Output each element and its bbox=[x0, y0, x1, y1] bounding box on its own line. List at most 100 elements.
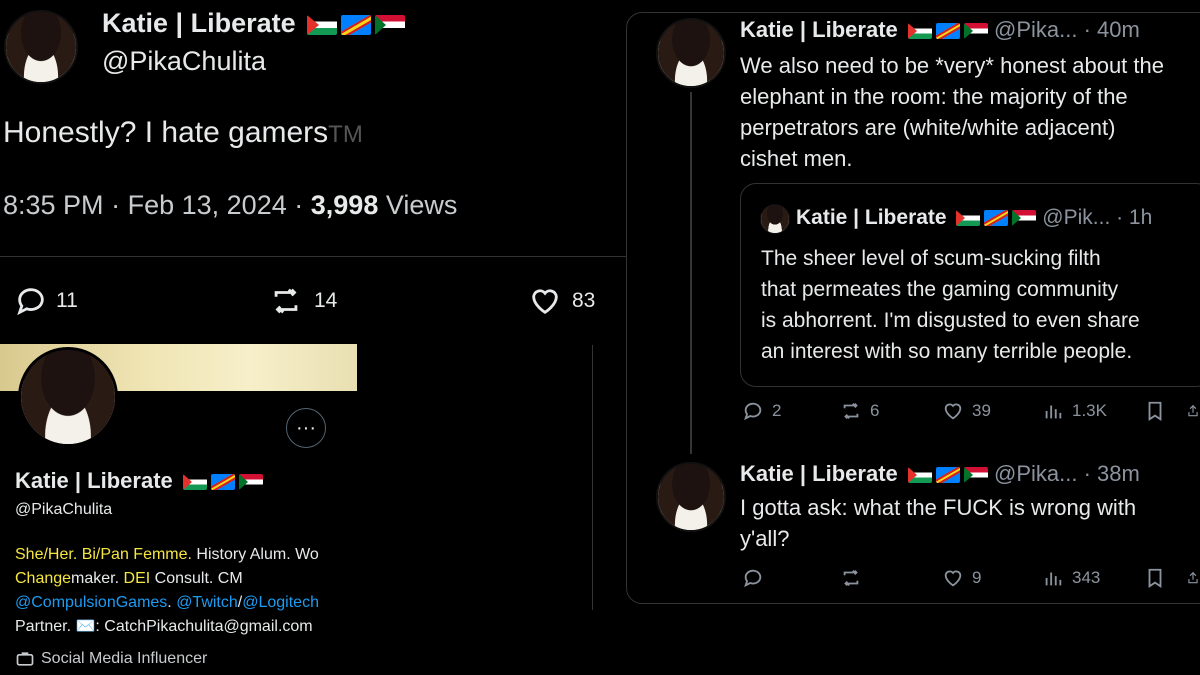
author-name: Katie | Liberate bbox=[796, 206, 947, 229]
mention-link[interactable]: @Logitech bbox=[242, 594, 319, 611]
author-name[interactable]: Katie | Liberate bbox=[740, 17, 898, 42]
retweet-count: 6 bbox=[870, 401, 880, 420]
congo-flag-icon bbox=[210, 474, 235, 491]
retweet-button[interactable]: 6 bbox=[840, 400, 879, 422]
reply-text-line: I gotta ask: what the FUCK is wrong with bbox=[740, 495, 1137, 520]
bio-highlight: She/Her. Bi/Pan Femme. bbox=[15, 546, 192, 563]
author-handle[interactable]: @PikaChulita bbox=[102, 46, 266, 77]
reply-icon bbox=[744, 569, 762, 588]
retweet-icon bbox=[843, 403, 859, 419]
palestine-flag-icon bbox=[182, 474, 207, 491]
heart-icon bbox=[532, 289, 558, 315]
heart-icon bbox=[944, 403, 962, 420]
profile-avatar[interactable] bbox=[18, 347, 118, 447]
reply-icon bbox=[744, 402, 762, 421]
profile-handle: @PikaChulita bbox=[15, 501, 113, 518]
reply-text-line: cishet men. bbox=[740, 146, 853, 171]
category-label: Social Media Influencer bbox=[41, 650, 208, 667]
views-count: 1.3K bbox=[1072, 401, 1107, 420]
reply-text: I gotta ask: what the FUCK is wrong with… bbox=[740, 492, 1136, 554]
views-count: 3,998 bbox=[310, 190, 379, 220]
congo-flag-icon bbox=[984, 210, 1009, 227]
author-name[interactable]: Katie | Liberate bbox=[102, 8, 296, 38]
divider bbox=[0, 256, 655, 257]
bio-text: maker. bbox=[71, 570, 120, 587]
sudan-flag-icon bbox=[1012, 210, 1037, 227]
reply-text: We also need to be *very* honest about t… bbox=[740, 50, 1200, 174]
bio-contact: Partner. ✉️: CatchPikachulita@gmail.com bbox=[15, 618, 313, 635]
avatar[interactable] bbox=[656, 462, 726, 532]
like-count: 83 bbox=[572, 289, 596, 312]
sudan-flag-icon bbox=[963, 467, 988, 484]
tweet-date[interactable]: Feb 13, 2024 bbox=[128, 190, 287, 220]
reply-text-line: We also need to be *very* honest about t… bbox=[740, 53, 1164, 78]
heart-icon bbox=[944, 570, 962, 587]
quoted-text-line: that permeates the gaming community bbox=[761, 278, 1119, 301]
reply-button[interactable]: 11 bbox=[14, 284, 78, 318]
views-button[interactable]: 343 bbox=[1042, 567, 1100, 589]
thread-connector bbox=[690, 92, 692, 454]
retweet-button[interactable]: 14 bbox=[266, 284, 337, 318]
reply-text-line: elephant in the room: the majority of th… bbox=[740, 84, 1128, 109]
sudan-flag-icon bbox=[238, 474, 263, 491]
main-tweet: Katie | Liberate @PikaChulita Honestly? … bbox=[0, 0, 655, 345]
bio-text: . bbox=[167, 594, 177, 611]
bookmark-button[interactable] bbox=[1144, 567, 1166, 589]
congo-flag-icon bbox=[935, 23, 960, 40]
briefcase-icon bbox=[16, 652, 34, 666]
bio-text: History Alum. Wo bbox=[191, 546, 319, 563]
palestine-flag-icon bbox=[907, 467, 932, 484]
reply-text-line: y'all? bbox=[740, 526, 790, 551]
mention-link[interactable]: @CompulsionGames bbox=[15, 594, 167, 611]
reply-count: 2 bbox=[772, 401, 782, 420]
quoted-header: Katie | Liberate @Pik... · 1h bbox=[796, 206, 1152, 230]
avatar[interactable] bbox=[4, 10, 78, 84]
bookmark-icon bbox=[1148, 568, 1162, 588]
handle-time: @Pika... · 40m bbox=[994, 17, 1140, 42]
congo-flag-icon bbox=[341, 14, 372, 35]
analytics-icon bbox=[1045, 572, 1062, 586]
retweet-button[interactable] bbox=[840, 567, 870, 589]
profile-bio: She/Her. Bi/Pan Femme. History Alum. Wo … bbox=[15, 543, 357, 639]
retweet-count: 14 bbox=[314, 289, 338, 312]
bookmark-icon bbox=[1148, 401, 1162, 421]
tweet-text-row: Honestly? I hate gamersTM bbox=[3, 116, 363, 150]
share-icon bbox=[1188, 571, 1198, 584]
like-button[interactable]: 9 bbox=[942, 567, 981, 589]
tweet-time[interactable]: 8:35 PM bbox=[3, 190, 104, 220]
like-button[interactable]: 83 bbox=[526, 284, 595, 318]
author-name[interactable]: Katie | Liberate bbox=[740, 461, 898, 486]
bookmark-button[interactable] bbox=[1144, 400, 1166, 422]
share-button[interactable] bbox=[1186, 400, 1200, 422]
more-options-button[interactable]: ··· bbox=[286, 408, 326, 448]
views-count: 343 bbox=[1072, 568, 1101, 587]
column-divider bbox=[592, 345, 593, 610]
profile-card: ··· Katie | Liberate @PikaChulita She/He… bbox=[0, 344, 357, 675]
like-count: 9 bbox=[972, 568, 982, 587]
retweet-icon bbox=[843, 570, 859, 586]
quoted-text-line: an interest with so many terrible people… bbox=[761, 340, 1133, 363]
like-button[interactable]: 39 bbox=[942, 400, 991, 422]
bio-highlight: DEI bbox=[119, 570, 151, 587]
trademark: TM bbox=[328, 121, 363, 148]
mention-link[interactable]: @Twitch bbox=[176, 594, 238, 611]
reply-button[interactable]: 2 bbox=[742, 400, 781, 422]
reply-button[interactable] bbox=[742, 567, 772, 589]
reply-header: Katie | Liberate @Pika... · 40m bbox=[740, 17, 1140, 43]
share-icon bbox=[1188, 404, 1198, 417]
meta-separator: · bbox=[111, 190, 121, 220]
views-button[interactable]: 1.3K bbox=[1042, 400, 1107, 422]
avatar bbox=[760, 204, 790, 234]
reply-header: Katie | Liberate @Pika... · 38m bbox=[740, 461, 1140, 487]
views-label: Views bbox=[385, 190, 458, 220]
meta-separator: · bbox=[294, 190, 304, 220]
reply-count: 11 bbox=[56, 289, 78, 312]
quoted-text-line: The sheer level of scum-sucking filth bbox=[761, 247, 1101, 270]
profile-name-row: Katie | Liberate bbox=[15, 468, 263, 494]
palestine-flag-icon bbox=[956, 210, 981, 227]
like-count: 39 bbox=[972, 401, 991, 420]
palestine-flag-icon bbox=[907, 23, 932, 40]
share-button[interactable] bbox=[1186, 567, 1200, 589]
quoted-text-line: is abhorrent. I'm disgusted to even shar… bbox=[761, 309, 1140, 332]
avatar[interactable] bbox=[656, 18, 726, 88]
